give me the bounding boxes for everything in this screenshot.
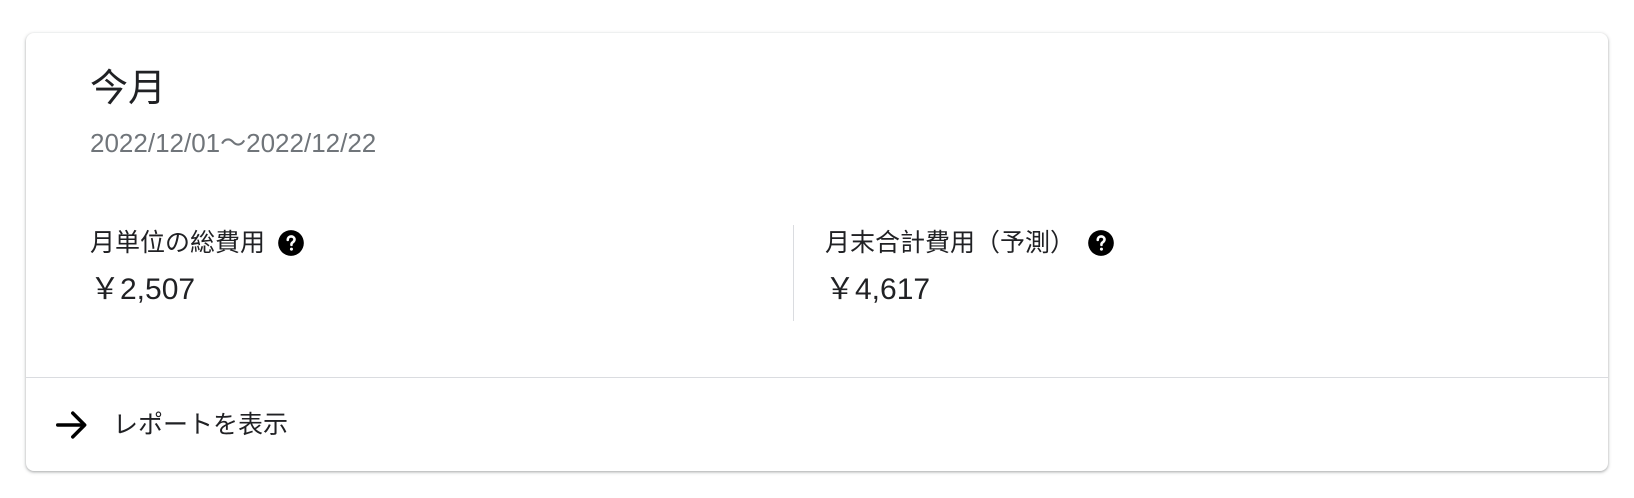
vertical-divider	[793, 225, 794, 321]
metric-label: 月末合計費用（予測）	[825, 229, 1076, 257]
period-title: 今月	[90, 68, 167, 110]
help-circle-icon[interactable]	[1087, 229, 1115, 257]
view-report-link[interactable]: レポートを表示	[26, 378, 1608, 471]
arrow-right-icon	[53, 406, 91, 444]
billing-summary-card: 今月 2022/12/01〜2022/12/22 月単位の総費用 ￥2,507 …	[26, 33, 1608, 471]
date-range: 2022/12/01〜2022/12/22	[90, 128, 377, 158]
metric-label-row: 月単位の総費用	[90, 225, 305, 261]
metric-label-row: 月末合計費用（予測）	[825, 225, 1115, 261]
metric-month-total-cost: 月単位の総費用 ￥2,507	[90, 225, 305, 309]
card-body: 今月 2022/12/01〜2022/12/22 月単位の総費用 ￥2,507 …	[26, 33, 1608, 377]
metric-value: ￥2,507	[90, 273, 196, 306]
view-report-label: レポートを表示	[113, 410, 289, 439]
metric-forecast-cost: 月末合計費用（予測） ￥4,617	[825, 225, 1115, 309]
metric-label: 月単位の総費用	[90, 229, 266, 257]
help-circle-icon[interactable]	[277, 229, 305, 257]
metric-value: ￥4,617	[825, 273, 931, 306]
